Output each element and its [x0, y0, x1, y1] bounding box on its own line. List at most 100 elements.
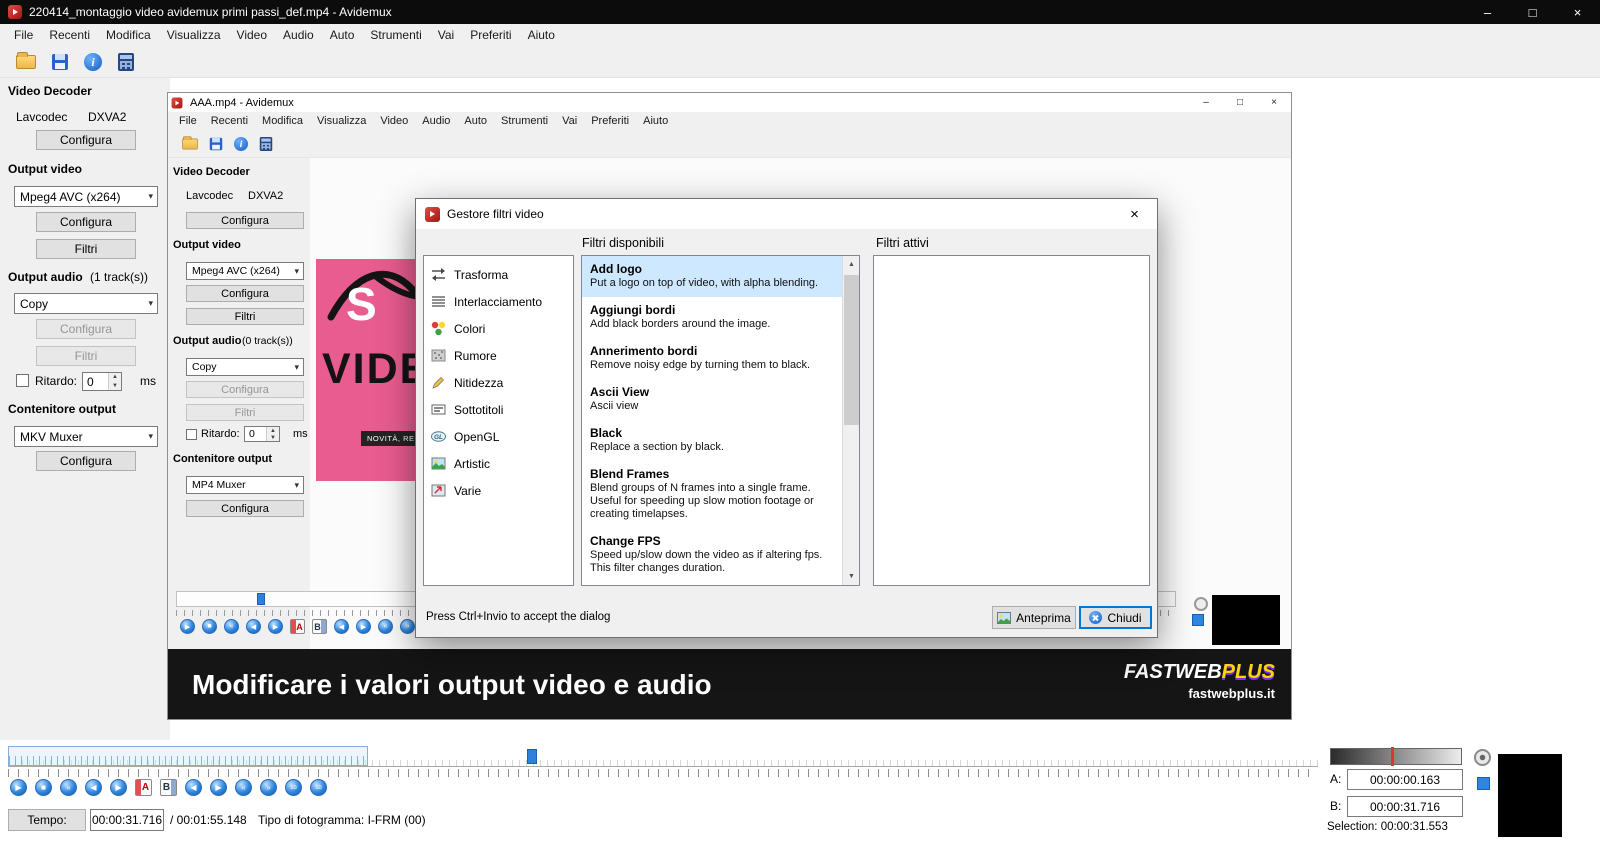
stop-button[interactable]: ■: [35, 779, 52, 796]
menu-file[interactable]: File: [6, 24, 41, 47]
scroll-down-icon[interactable]: ▼: [843, 568, 860, 585]
close-button[interactable]: ×: [1555, 0, 1600, 24]
category-label: OpenGL: [454, 430, 499, 444]
dialog-titlebar[interactable]: Gestore filtri video ×: [416, 199, 1157, 229]
spin-arrows[interactable]: ▲▼: [108, 373, 121, 390]
window-title: 220414_montaggio video avidemux primi pa…: [29, 5, 1465, 19]
category-interlacciamento[interactable]: Interlacciamento: [424, 288, 573, 315]
category-colori[interactable]: Colori: [424, 315, 573, 342]
category-label: Trasforma: [454, 268, 508, 282]
muxer-select[interactable]: MKV Muxer: [14, 426, 158, 447]
prev-frame-button[interactable]: ◀: [85, 779, 102, 796]
chiudi-button[interactable]: Chiudi: [1079, 606, 1152, 629]
delay-checkbox[interactable]: [16, 374, 29, 387]
menu-strumenti[interactable]: Strumenti: [362, 24, 429, 47]
inner-last-frame-button: »: [400, 619, 415, 634]
spin-up-icon[interactable]: ▲: [109, 373, 121, 382]
open-video-button[interactable]: [16, 55, 36, 69]
output-video-heading: Output video: [8, 162, 82, 176]
muxer-configure-button[interactable]: Configura: [36, 451, 136, 471]
category-trasforma[interactable]: Trasforma: [424, 261, 573, 288]
next-keyframe-button[interactable]: ▶: [210, 779, 227, 796]
menu-auto[interactable]: Auto: [322, 24, 363, 47]
inner-blue-marker-icon: [1192, 614, 1204, 626]
delay-spinbox[interactable]: 0 ▲▼: [82, 372, 122, 391]
dialog-close-button[interactable]: ×: [1112, 200, 1157, 229]
inner-titlebar: AAA.mp4 - Avidemux – □ ×: [168, 93, 1291, 112]
marker-a-button[interactable]: A: [135, 779, 152, 796]
muxer-value: MKV Muxer: [20, 430, 83, 444]
filter-item-add-logo[interactable]: Add logo Put a logo on top of video, wit…: [582, 256, 842, 297]
available-filters-list: Add logo Put a logo on top of video, wit…: [581, 255, 860, 586]
inner-spin-arrows: ▲▼: [266, 427, 279, 441]
inner-video-codec-select: Mpeg4 AVC (x264): [186, 262, 304, 280]
information-button[interactable]: i: [84, 53, 102, 71]
filter-item-crop[interactable]: Crop: [582, 582, 842, 585]
prev-keyframe-button[interactable]: ◀: [185, 779, 202, 796]
filter-item-blend-frames[interactable]: Blend Frames Blend groups of N frames in…: [582, 461, 842, 528]
filter-item-aggiungi-bordi[interactable]: Aggiungi bordi Add black borders around …: [582, 297, 842, 338]
active-filters-list[interactable]: [873, 255, 1150, 586]
titlebar[interactable]: 220414_montaggio video avidemux primi pa…: [0, 0, 1600, 24]
next-frame-button[interactable]: ▶: [110, 779, 127, 796]
filter-item-change-fps[interactable]: Change FPS Speed up/slow down the video …: [582, 528, 842, 582]
timeline-cursor[interactable]: [527, 749, 537, 764]
inner-menu-vai: Vai: [555, 112, 584, 130]
anteprima-button[interactable]: Anteprima: [992, 606, 1076, 629]
calculator-button[interactable]: [118, 53, 134, 71]
video-codec-select[interactable]: Mpeg4 AVC (x264): [14, 186, 158, 207]
spin-down-icon[interactable]: ▼: [109, 382, 121, 391]
menu-preferiti[interactable]: Preferiti: [462, 24, 519, 47]
current-time-field[interactable]: 00:00:31.716: [90, 809, 164, 831]
first-frame-button[interactable]: «: [235, 779, 252, 796]
category-sottotitoli[interactable]: Sottotitoli: [424, 396, 573, 423]
category-varie[interactable]: Varie: [424, 477, 573, 504]
scrollbar-thumb[interactable]: [844, 275, 859, 425]
filters-scrollbar[interactable]: ▲ ▼: [842, 256, 859, 585]
play-button[interactable]: ▶: [10, 779, 27, 796]
menu-aiuto[interactable]: Aiuto: [520, 24, 563, 47]
inner-next-keyframe-button: ▶: [356, 619, 371, 634]
menu-vai[interactable]: Vai: [430, 24, 462, 47]
video-configure-button[interactable]: Configura: [36, 212, 136, 232]
scroll-up-icon[interactable]: ▲: [843, 256, 860, 273]
category-label: Interlacciamento: [454, 295, 542, 309]
menu-recenti[interactable]: Recenti: [41, 24, 98, 47]
filter-item-black[interactable]: Black Replace a section by black.: [582, 420, 842, 461]
anteprima-label: Anteprima: [1016, 611, 1071, 625]
filter-item-annerimento-bordi[interactable]: Annerimento bordi Remove noisy edge by t…: [582, 338, 842, 379]
category-artistic[interactable]: Artistic: [424, 450, 573, 477]
filter-desc: Speed up/slow down the video as if alter…: [590, 549, 834, 575]
menu-modifica[interactable]: Modifica: [98, 24, 159, 47]
inner-first-frame-button: «: [378, 619, 393, 634]
video-filters-button[interactable]: Filtri: [36, 239, 136, 259]
brand-site: fastwebplus.it: [1124, 686, 1275, 701]
save-video-button[interactable]: [52, 54, 68, 70]
main-timeline-slider[interactable]: [8, 746, 1318, 767]
menu-video[interactable]: Video: [229, 24, 275, 47]
volume-slider[interactable]: [1330, 748, 1462, 765]
category-rumore[interactable]: Rumore: [424, 342, 573, 369]
filter-desc: Add black borders around the image.: [590, 318, 834, 331]
prev-black-frame-button[interactable]: sb: [285, 779, 302, 796]
volume-marker[interactable]: [1391, 747, 1394, 766]
fastwebplus-logo: FASTWEBPLUS fastwebplus.it: [1124, 661, 1275, 701]
menu-visualizza[interactable]: Visualizza: [159, 24, 229, 47]
rewind-button[interactable]: «: [60, 779, 77, 796]
category-opengl[interactable]: GL OpenGL: [424, 423, 573, 450]
speaker-icon[interactable]: [1474, 749, 1491, 766]
menu-audio[interactable]: Audio: [275, 24, 322, 47]
inner-audio-codec-select: Copy: [186, 358, 304, 376]
decoder-configure-button[interactable]: Configura: [36, 130, 136, 150]
sharpness-icon: [430, 374, 447, 391]
next-black-frame-button[interactable]: sb: [310, 779, 327, 796]
inner-minimize-icon: –: [1189, 93, 1223, 112]
maximize-button[interactable]: □: [1510, 0, 1555, 24]
filter-item-ascii-view[interactable]: Ascii View Ascii view: [582, 379, 842, 420]
category-nitidezza[interactable]: Nitidezza: [424, 369, 573, 396]
last-frame-button[interactable]: »: [260, 779, 277, 796]
marker-b-button[interactable]: B: [160, 779, 177, 796]
minimize-button[interactable]: –: [1465, 0, 1510, 24]
interlace-icon: [430, 293, 447, 310]
audio-codec-select[interactable]: Copy: [14, 293, 158, 314]
